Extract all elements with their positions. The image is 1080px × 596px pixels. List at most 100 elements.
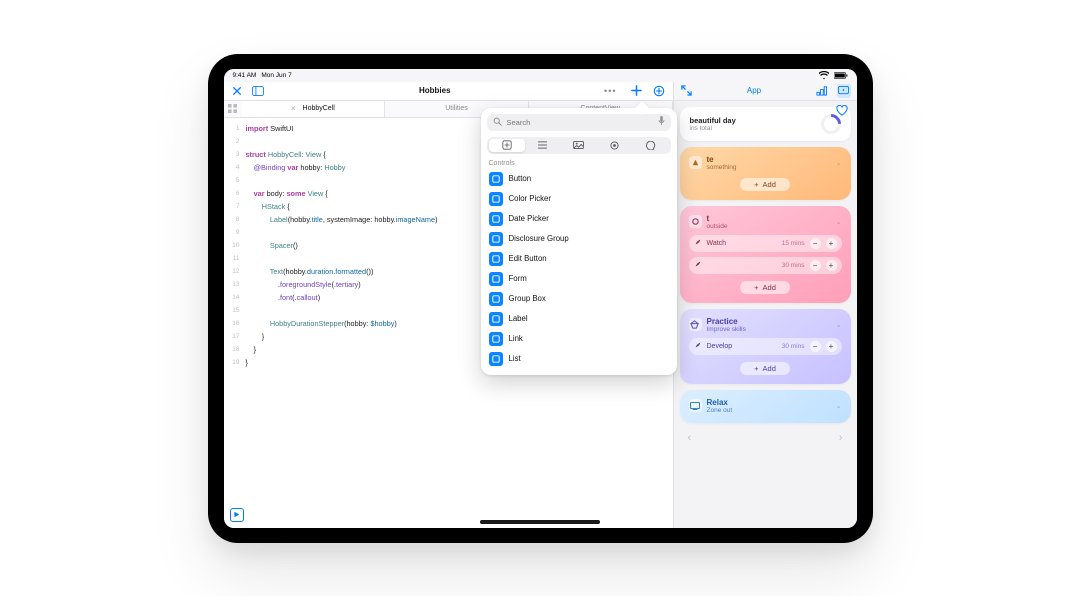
row-icon — [694, 341, 702, 351]
library-item[interactable]: Color Picker — [487, 189, 671, 209]
increment-button[interactable]: + — [826, 260, 837, 271]
card-header[interactable]: RelaxZone out⌄ — [689, 398, 842, 414]
status-date: Mon Jun 7 — [261, 72, 291, 79]
home-indicator[interactable] — [480, 520, 600, 524]
card-subtitle: outside — [707, 223, 728, 230]
library-item[interactable]: Disclosure Group — [487, 229, 671, 249]
summary-card[interactable]: beautiful day ins total — [680, 107, 851, 141]
line-number: 19 — [224, 356, 246, 369]
library-category-segments[interactable] — [487, 137, 671, 154]
library-item[interactable]: Edit Button — [487, 249, 671, 269]
status-time: 9:41 AM — [233, 72, 257, 79]
library-popover: Controls ButtonColor Picker Date Picker Di… — [481, 108, 677, 375]
microphone-icon[interactable] — [658, 116, 665, 128]
tab-overview-icon[interactable] — [224, 101, 242, 117]
chevron-down-icon[interactable]: ⌄ — [836, 159, 842, 167]
library-section-header: Controls — [489, 160, 669, 167]
line-number: 7 — [224, 200, 246, 213]
decrement-button[interactable]: − — [810, 260, 821, 271]
line-number: 15 — [224, 304, 246, 317]
code-content[interactable]: import SwiftUI — [246, 122, 294, 135]
code-content[interactable]: Spacer() — [246, 239, 298, 252]
code-content[interactable]: } — [246, 330, 265, 343]
library-search-input[interactable] — [507, 118, 653, 127]
preview-canvas[interactable]: beautiful day ins total tesomething⌄+Add… — [674, 101, 857, 528]
library-item[interactable]: Group Box — [487, 289, 671, 309]
code-content[interactable]: Label(hobby.title, systemImage: hobby.im… — [246, 213, 438, 226]
line-number: 10 — [224, 239, 246, 252]
close-button[interactable] — [230, 83, 245, 98]
code-content[interactable]: Text(hobby.duration.formatted()) — [246, 265, 374, 278]
add-hobby-button[interactable]: + Add — [740, 281, 790, 294]
chevron-down-icon[interactable]: ⌄ — [836, 218, 842, 226]
card-header[interactable]: tesomething⌄ — [689, 155, 842, 171]
library-item[interactable]: List — [487, 349, 671, 369]
hobby-row[interactable]: 30 mins−+ — [689, 257, 842, 274]
segment-modifiers-icon[interactable] — [525, 139, 561, 152]
screen: 9:41 AM Mon Jun 7 — [224, 69, 857, 528]
segment-snippets-icon[interactable] — [597, 139, 633, 152]
card-subtitle: Improve skills — [707, 326, 746, 333]
code-content[interactable]: struct HobbyCell: View { — [246, 148, 326, 161]
code-content[interactable]: @Binding var hobby: Hobby — [246, 161, 346, 174]
segment-colors-icon[interactable] — [633, 139, 669, 152]
hobby-card[interactable]: toutside⌄Watch15 mins−+30 mins−++Add — [680, 206, 851, 303]
segment-media-icon[interactable] — [561, 139, 597, 152]
hobby-card[interactable]: tesomething⌄ +Add — [680, 147, 851, 200]
enter-fullscreen-icon[interactable] — [680, 84, 694, 98]
code-content[interactable]: var body: some View { — [246, 187, 328, 200]
hobby-row[interactable]: Watch15 mins−+ — [689, 235, 842, 252]
increment-button[interactable]: + — [826, 238, 837, 249]
row-duration: 30 mins — [782, 343, 805, 350]
library-search[interactable] — [487, 114, 671, 131]
code-content[interactable]: .foregroundStyle(.tertiary) — [246, 278, 361, 291]
line-number: 14 — [224, 291, 246, 304]
preview-device-icon[interactable] — [837, 84, 851, 98]
code-content[interactable]: } — [246, 343, 257, 356]
library-item-label: Date Picker — [509, 214, 549, 223]
card-subtitle: Zone out — [707, 407, 733, 414]
library-item-icon — [489, 172, 503, 186]
tab-close-icon[interactable]: × — [291, 104, 296, 113]
preview-settings-icon[interactable] — [815, 84, 829, 98]
library-item[interactable]: Button — [487, 169, 671, 189]
library-item-label: Link — [509, 334, 523, 343]
card-title: te — [707, 155, 737, 164]
card-icon — [689, 318, 702, 331]
plus-icon: + — [754, 283, 758, 292]
hobby-row[interactable]: Develop30 mins−+ — [689, 338, 842, 355]
card-header[interactable]: PracticeImprove skills⌄ — [689, 317, 842, 333]
hobby-card[interactable]: PracticeImprove skills⌄Develop30 mins−++… — [680, 309, 851, 384]
add-label: Add — [763, 283, 776, 292]
increment-button[interactable]: + — [826, 341, 837, 352]
nav-back-icon[interactable]: ‹ — [688, 432, 692, 444]
chevron-down-icon[interactable]: ⌄ — [836, 402, 842, 410]
code-content[interactable]: } — [246, 356, 248, 369]
add-hobby-button[interactable]: +Add — [740, 178, 790, 191]
library-item[interactable]: Date Picker — [487, 209, 671, 229]
segment-views-icon[interactable] — [489, 139, 525, 152]
library-item[interactable]: Link — [487, 329, 671, 349]
library-button[interactable] — [652, 83, 667, 98]
library-item[interactable]: Form — [487, 269, 671, 289]
card-header[interactable]: toutside⌄ — [689, 214, 842, 230]
run-button[interactable] — [230, 508, 244, 522]
code-content[interactable]: HobbyDurationStepper(hobby: $hobby) — [246, 317, 397, 330]
hobby-card[interactable]: RelaxZone out⌄ — [680, 390, 851, 423]
chevron-down-icon[interactable]: ⌄ — [836, 321, 842, 329]
code-content[interactable]: HStack { — [246, 200, 290, 213]
code-content[interactable]: .font(.callout) — [246, 291, 321, 304]
decrement-button[interactable]: − — [810, 238, 821, 249]
overflow-menu-icon[interactable]: ••• — [604, 86, 616, 96]
library-item-icon — [489, 252, 503, 266]
library-item[interactable]: Label — [487, 309, 671, 329]
nav-forward-icon[interactable]: › — [839, 432, 843, 444]
tab-hobbycell[interactable]: × HobbyCell — [242, 101, 386, 117]
add-button[interactable] — [629, 83, 644, 98]
library-item-icon — [489, 312, 503, 326]
plus-icon: + — [754, 364, 758, 373]
summary-subtitle: ins total — [690, 125, 813, 132]
decrement-button[interactable]: − — [810, 341, 821, 352]
sidebar-toggle-icon[interactable] — [251, 83, 266, 98]
add-hobby-button[interactable]: +Add — [740, 362, 790, 375]
